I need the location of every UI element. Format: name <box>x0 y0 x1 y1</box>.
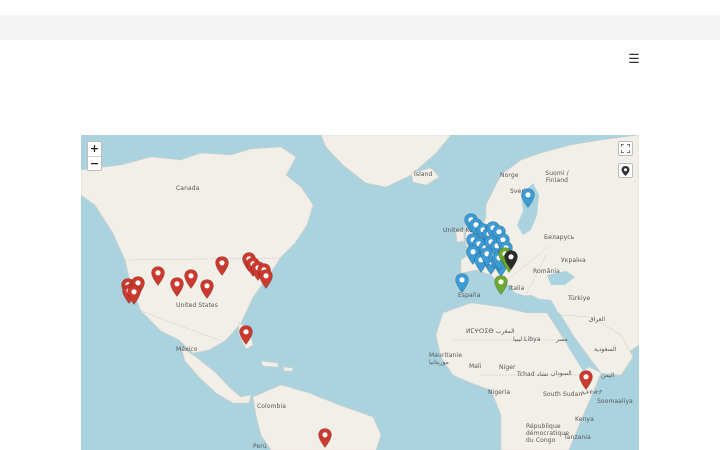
fullscreen-button[interactable] <box>618 141 633 156</box>
map-pin-icon <box>318 428 332 448</box>
map-marker-red[interactable] <box>259 269 273 289</box>
map-marker-red[interactable] <box>215 256 229 276</box>
map-marker-black[interactable] <box>504 250 518 270</box>
map-marker-red[interactable] <box>239 325 253 345</box>
map-label-romania: România <box>533 268 560 275</box>
map-label-canada: Canada <box>176 185 200 192</box>
map-marker-red[interactable] <box>200 279 214 299</box>
map-label-libya: ليبيا Libya <box>513 336 541 343</box>
map-label-island: Ísland <box>414 171 433 178</box>
menu-icon[interactable]: ☰ <box>627 51 641 67</box>
map-label-turkiye: Türkiye <box>568 295 591 302</box>
map-label-south-sudan: South Sudan <box>543 391 583 398</box>
map-marker-blue[interactable] <box>521 188 535 208</box>
map-marker-red[interactable] <box>184 269 198 289</box>
map-label-belarus: Беларусь <box>544 234 575 241</box>
map-label-peru: Perú <box>253 443 267 450</box>
map-marker-red[interactable] <box>127 285 141 305</box>
map-label-somalia: Soomaaliya <box>597 398 633 405</box>
map-pin-icon <box>239 325 253 345</box>
map-label-sudan: السودان <box>551 370 572 377</box>
map-pin-icon <box>455 273 469 293</box>
map-label-morocco: ⵍⵎⵖⵔⵉⴱ المغرب <box>466 328 515 335</box>
map-label-ethiopia: ኢትዮጵያ <box>581 389 603 396</box>
location-pin-icon <box>621 166 630 176</box>
map-label-yemen: اليمن <box>601 372 615 379</box>
map-label-egypt: مصر <box>556 336 568 343</box>
map-label-tchad: Tchad تشاد <box>517 371 549 378</box>
map[interactable]: Canada United States México Colombia Per… <box>81 135 639 450</box>
map-pin-icon <box>259 269 273 289</box>
map-label-mexico: México <box>176 346 198 353</box>
map-label-niger: Niger <box>499 364 516 371</box>
map-label-colombia: Colombia <box>257 403 286 410</box>
map-label-united-states: United States <box>176 302 218 309</box>
map-label-italia: Italia <box>509 285 525 292</box>
map-pin-icon <box>127 285 141 305</box>
map-label-suomi: Suomi / Finland <box>545 170 569 184</box>
map-pin-icon <box>170 277 184 297</box>
map-marker-green[interactable] <box>494 275 508 295</box>
map-pin-icon <box>494 275 508 295</box>
map-label-tanzania: Tanzania <box>564 434 591 441</box>
map-label-nigeria: Nigeria <box>488 389 511 396</box>
map-label-iraq: العراق <box>589 316 606 323</box>
map-marker-red[interactable] <box>318 428 332 448</box>
map-marker-blue[interactable] <box>455 273 469 293</box>
map-pin-icon <box>184 269 198 289</box>
map-label-mauritania: Mauritanie موريتانيا <box>429 352 462 366</box>
zoom-out-button[interactable]: − <box>88 156 101 171</box>
map-label-mali: Mali <box>469 363 482 370</box>
map-label-saudi: السعودية <box>594 346 617 353</box>
map-marker-red[interactable] <box>151 266 165 286</box>
map-pin-icon <box>521 188 535 208</box>
map-label-ukraine: Україна <box>561 257 586 264</box>
map-pin-icon <box>504 250 518 270</box>
zoom-control: + − <box>87 141 102 171</box>
map-pin-icon <box>200 279 214 299</box>
map-label-espana: España <box>458 292 481 299</box>
map-label-kenya: Kenya <box>575 416 594 423</box>
map-pin-icon <box>579 370 593 390</box>
map-pin-icon <box>215 256 229 276</box>
map-marker-red[interactable] <box>170 277 184 297</box>
zoom-in-button[interactable]: + <box>88 142 101 156</box>
map-pin-icon <box>151 266 165 286</box>
map-label-norge: Norge <box>500 172 519 179</box>
top-band <box>0 15 720 40</box>
map-marker-red[interactable] <box>579 370 593 390</box>
fullscreen-icon <box>621 144 630 153</box>
locate-button[interactable] <box>618 163 633 178</box>
